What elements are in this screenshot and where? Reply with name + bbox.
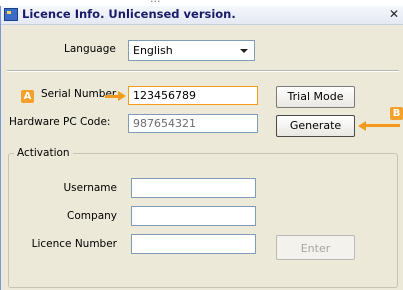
annotation-arrow-a-icon (118, 91, 126, 101)
annotation-arrow-b-icon (358, 121, 366, 131)
hardware-code-label: Hardware PC Code: (9, 116, 111, 128)
username-label: Username (63, 182, 117, 194)
licence-number-label: Licence Number (31, 238, 117, 250)
generate-button[interactable]: Generate (276, 115, 355, 137)
language-selected-value: English (133, 44, 173, 57)
annotation-arrow-b-line (366, 124, 400, 127)
serial-number-input[interactable]: 123456789 (128, 86, 258, 105)
activation-group-legend: Activation (14, 147, 73, 159)
chevron-down-icon (240, 49, 248, 53)
company-label: Company (67, 210, 117, 222)
trial-mode-button[interactable]: Trial Mode (276, 86, 355, 108)
company-input[interactable] (131, 206, 256, 226)
licence-number-input[interactable] (131, 234, 256, 254)
licence-dialog: Licence Info. Unlicensed version. ✕ Lang… (0, 6, 403, 290)
annotation-marker-b: B (390, 107, 403, 120)
annotation-marker-a: A (21, 90, 34, 103)
hardware-code-field: 987654321 (128, 114, 258, 133)
language-label: Language (64, 43, 116, 55)
title-bar: Licence Info. Unlicensed version. ✕ (1, 6, 403, 25)
username-input[interactable] (131, 178, 256, 198)
window-title: Licence Info. Unlicensed version. (22, 7, 236, 21)
app-icon (4, 8, 18, 21)
close-button[interactable]: ✕ (387, 7, 401, 22)
enter-button[interactable]: Enter (276, 235, 355, 260)
language-select[interactable]: English (128, 40, 255, 61)
annotation-arrow-a-line (105, 95, 119, 98)
section-divider (7, 70, 399, 72)
serial-number-label: Serial Number (41, 88, 117, 100)
